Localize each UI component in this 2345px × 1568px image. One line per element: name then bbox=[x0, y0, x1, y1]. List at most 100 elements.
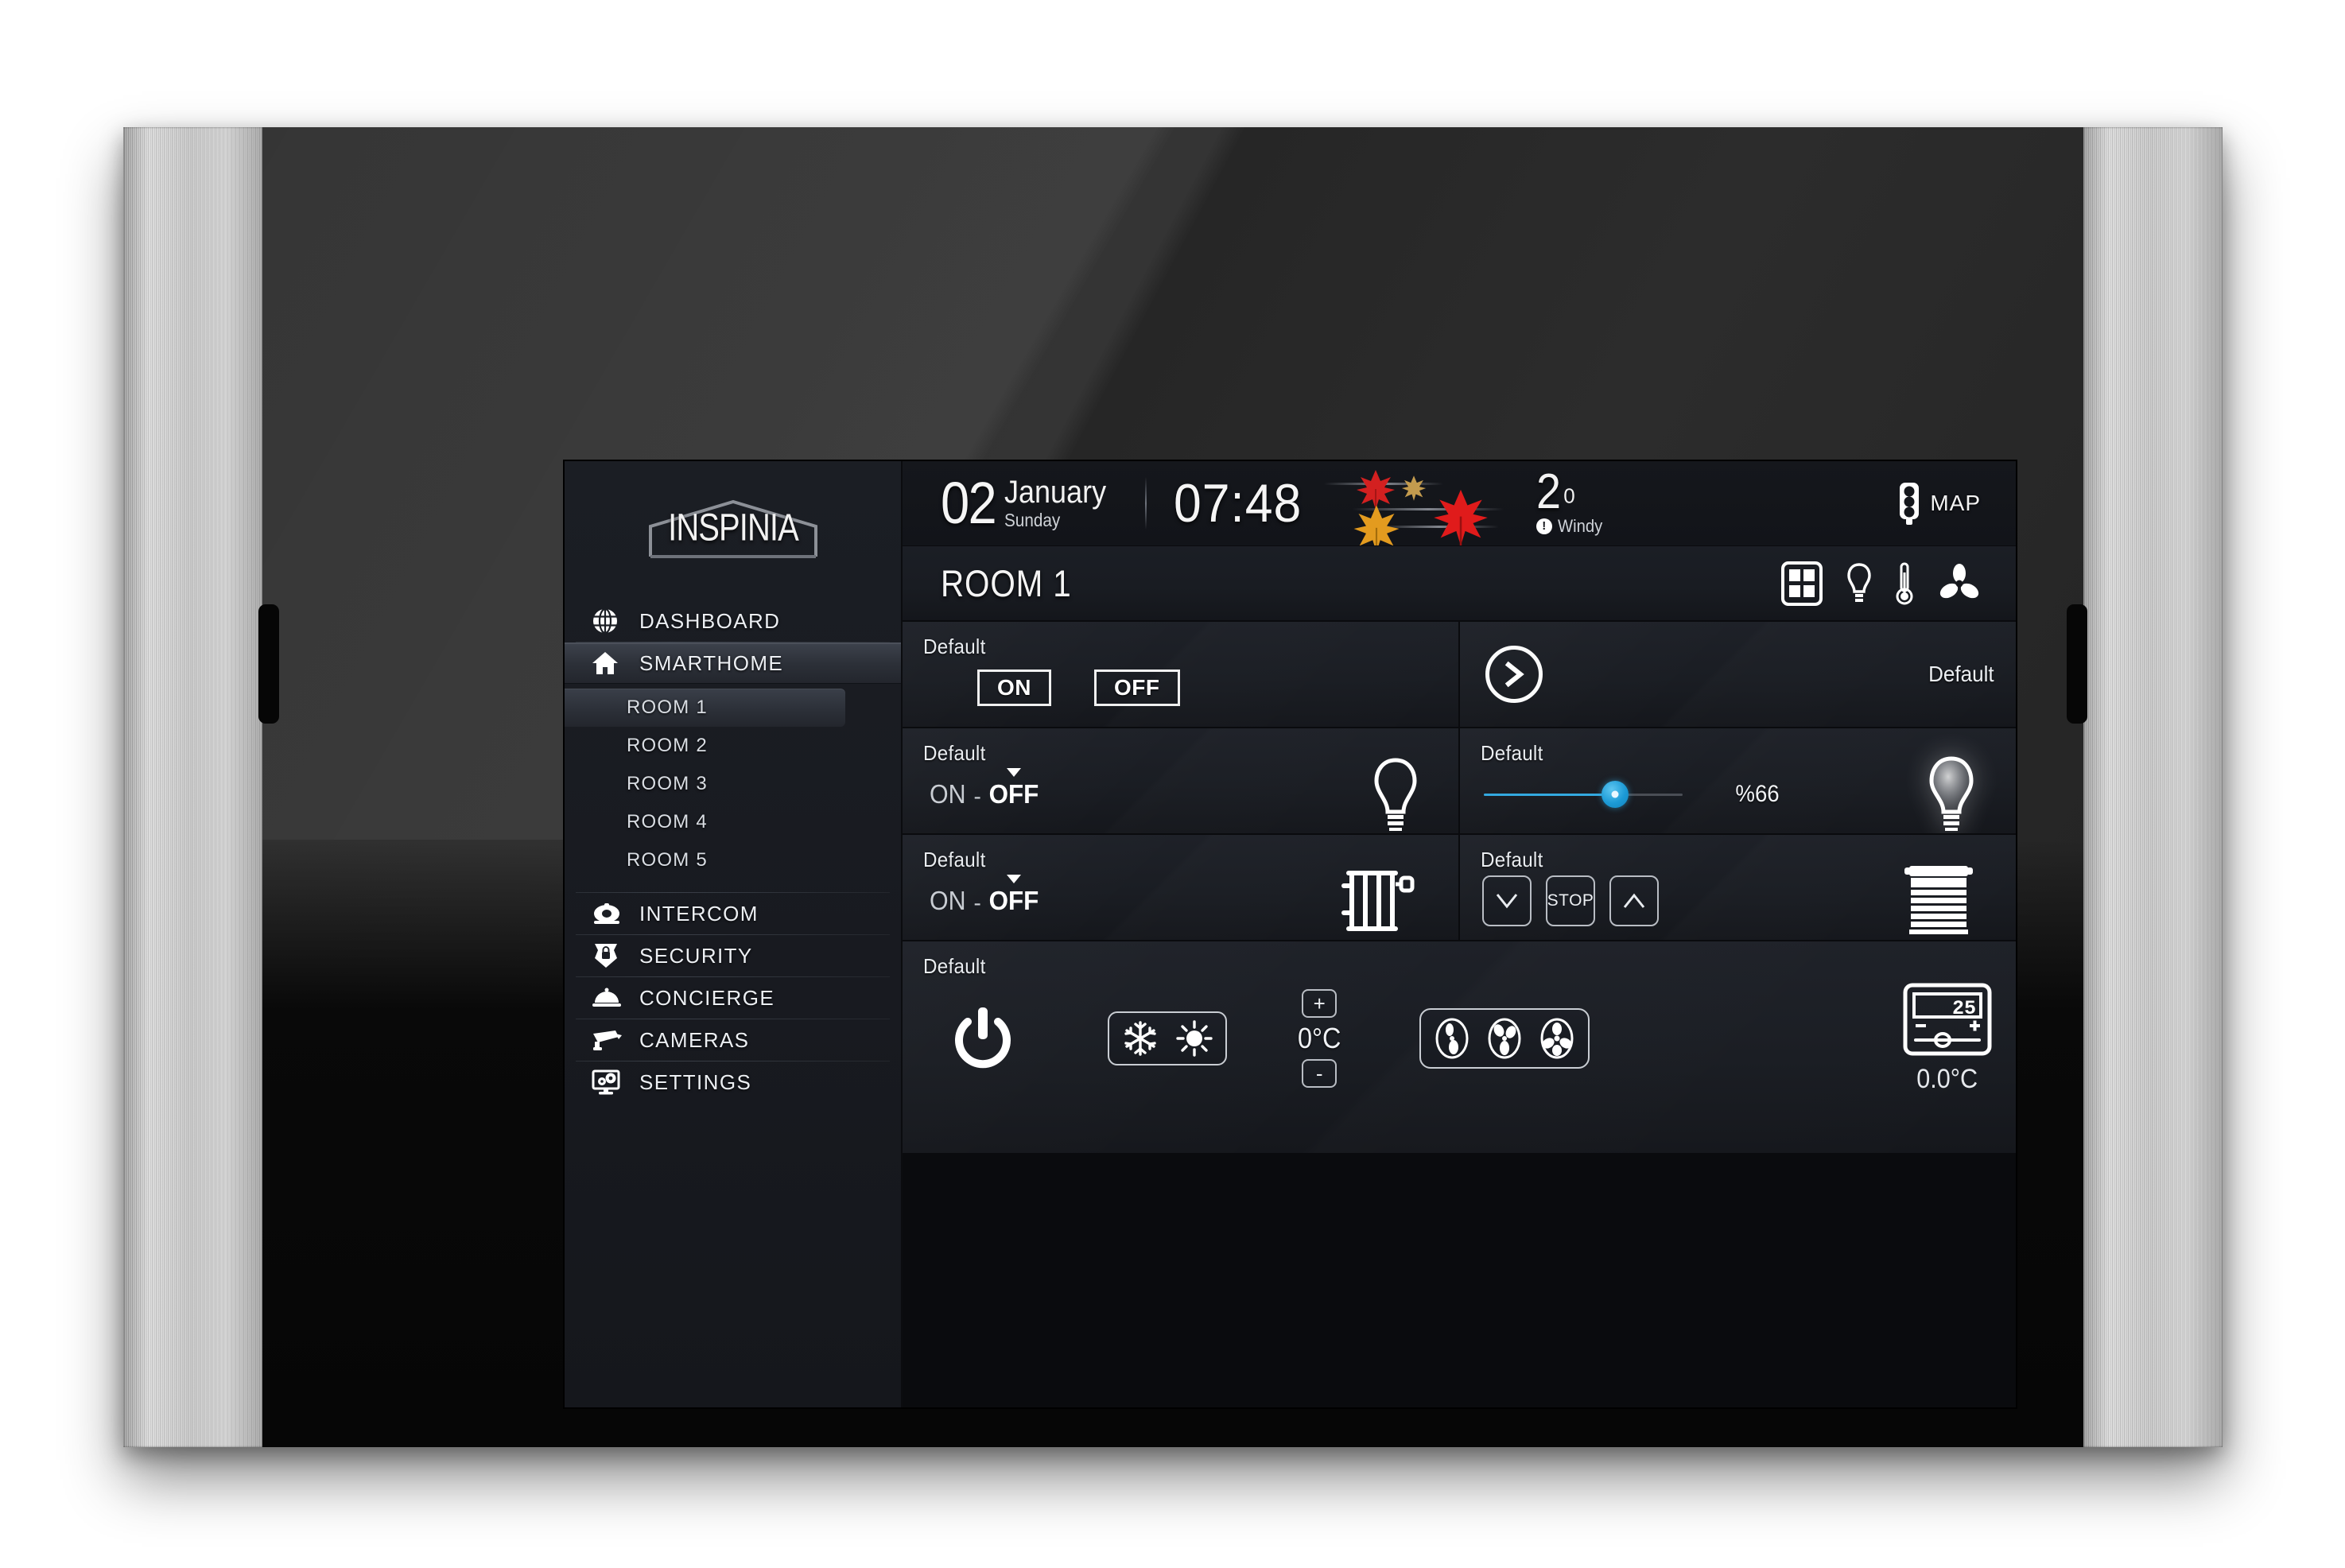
hvac-temperature-stepper: + 0°C - bbox=[1295, 989, 1343, 1088]
hvac-fan-speed-group bbox=[1419, 1008, 1590, 1069]
brand-name: INSPINIA bbox=[667, 506, 799, 549]
caret-down-icon bbox=[1006, 768, 1021, 777]
sidebar-item-label: SETTINGS bbox=[639, 1069, 752, 1094]
dimmer-slider-fill bbox=[1484, 793, 1615, 796]
sidebar-item-room-4[interactable]: ROOM 4 bbox=[565, 803, 901, 841]
thermostat-reading: 0.0°C bbox=[1916, 1063, 1978, 1094]
dimmer-slider[interactable] bbox=[1484, 781, 1683, 808]
weather-condition: Windy bbox=[1557, 515, 1603, 536]
state-on-label[interactable]: ON bbox=[930, 779, 966, 809]
switch-off-button[interactable]: OFF bbox=[1094, 669, 1180, 707]
side-button-right[interactable] bbox=[2067, 604, 2087, 724]
scene-play-button[interactable] bbox=[1485, 646, 1543, 703]
thermostat-panel-icon: 25 bbox=[1903, 983, 1992, 1055]
room-list: ROOM 1 ROOM 2 ROOM 3 ROOM 4 ROOM 5 bbox=[565, 684, 901, 879]
sidebar-item-room-2[interactable]: ROOM 2 bbox=[565, 727, 901, 765]
cctv-camera-icon bbox=[592, 1027, 628, 1054]
map-button[interactable]: MAP bbox=[1893, 481, 1981, 526]
state-separator: - bbox=[973, 784, 981, 809]
globe-grid-icon bbox=[592, 607, 628, 635]
sidebar-item-intercom[interactable]: INTERCOM bbox=[565, 893, 901, 934]
home-icon bbox=[592, 650, 628, 677]
day-number: 02 bbox=[941, 469, 997, 536]
state-separator: - bbox=[973, 891, 981, 915]
clock: 07:48 bbox=[1173, 473, 1302, 534]
temperature-value: 2 bbox=[1536, 464, 1561, 520]
room-icon-tabs bbox=[1780, 561, 1981, 607]
sidebar-item-room-1[interactable]: ROOM 1 bbox=[565, 689, 845, 727]
device-frame: INSPINIA DASHBOARD SMARTHOME ROOM 1 ROOM… bbox=[123, 127, 2223, 1447]
sun-icon[interactable] bbox=[1176, 1020, 1213, 1057]
state-on-label[interactable]: ON bbox=[930, 886, 966, 916]
card-label: Default bbox=[923, 741, 986, 765]
card-label: Default bbox=[923, 848, 986, 871]
thermometer-icon[interactable] bbox=[1895, 561, 1914, 606]
temp-increase-button[interactable]: + bbox=[1302, 989, 1338, 1018]
state-off-label[interactable]: OFF bbox=[988, 779, 1039, 809]
fan-mid-icon[interactable] bbox=[1485, 1016, 1524, 1061]
shield-lock-icon bbox=[592, 942, 628, 969]
room-header: ROOM 1 bbox=[903, 546, 2016, 622]
brushed-metal-panel-right bbox=[2083, 127, 2223, 1447]
card-label: Default bbox=[923, 635, 986, 658]
sidebar-item-dashboard[interactable]: DASHBOARD bbox=[565, 600, 901, 642]
month-label: January bbox=[1004, 474, 1107, 510]
scene-label: Default bbox=[1928, 662, 1994, 686]
datetime-block: 02 January Sunday 07:48 bbox=[903, 472, 1313, 534]
shutter-stop-button[interactable]: STOP bbox=[1546, 875, 1595, 926]
room-label: ROOM 2 bbox=[627, 735, 708, 756]
hvac-power-button[interactable] bbox=[952, 1006, 1014, 1071]
sidebar-item-label: CAMERAS bbox=[639, 1027, 750, 1052]
card-hvac: Default + 0°C - 25 0.0°C bbox=[903, 941, 2016, 1153]
map-label: MAP bbox=[1930, 491, 1981, 515]
sidebar-item-cameras[interactable]: CAMERAS bbox=[565, 1019, 901, 1061]
light-state-selector[interactable]: ON - OFF bbox=[928, 768, 1040, 809]
service-bell-icon bbox=[592, 984, 628, 1011]
window-icon[interactable] bbox=[1780, 561, 1823, 607]
sidebar-item-room-5[interactable]: ROOM 5 bbox=[565, 841, 901, 879]
hvac-thermostat[interactable]: 25 0.0°C bbox=[1903, 983, 1992, 1095]
temp-current-value: 0°C bbox=[1298, 1022, 1341, 1054]
weekday-label: Sunday bbox=[1004, 509, 1061, 530]
window-blind-icon bbox=[1901, 864, 1976, 937]
sidebar: INSPINIA DASHBOARD SMARTHOME ROOM 1 ROOM… bbox=[565, 461, 903, 1407]
sidebar-item-label: CONCIERGE bbox=[639, 985, 775, 1010]
switch-on-button[interactable]: ON bbox=[977, 669, 1051, 707]
dimmer-slider-handle[interactable] bbox=[1602, 781, 1629, 808]
page-title: ROOM 1 bbox=[941, 562, 1072, 604]
lightbulb-icon[interactable] bbox=[1847, 562, 1871, 605]
hvac-mode-group bbox=[1108, 1011, 1227, 1065]
sidebar-item-label: INTERCOM bbox=[639, 901, 759, 926]
fan-high-icon[interactable] bbox=[1537, 1016, 1577, 1061]
sidebar-item-smarthome[interactable]: SMARTHOME bbox=[565, 642, 901, 684]
sidebar-item-label: SECURITY bbox=[639, 943, 753, 968]
snowflake-icon[interactable] bbox=[1122, 1020, 1159, 1057]
state-off-label[interactable]: OFF bbox=[988, 886, 1039, 916]
side-button-left[interactable] bbox=[258, 604, 279, 724]
radiator-icon bbox=[1339, 867, 1419, 935]
card-label: Default bbox=[1481, 741, 1543, 765]
sidebar-item-settings[interactable]: SETTINGS bbox=[565, 1062, 901, 1103]
temp-decrease-button[interactable]: - bbox=[1302, 1059, 1338, 1088]
radiator-state-selector[interactable]: ON - OFF bbox=[928, 875, 1040, 916]
card-switch: Default ON OFF bbox=[903, 622, 1458, 727]
lightbulb-outline-icon bbox=[1372, 756, 1419, 833]
sidebar-item-security[interactable]: SECURITY bbox=[565, 935, 901, 976]
main-panel: 02 January Sunday 07:48 2 0 ! Windy MAP … bbox=[903, 461, 2016, 1407]
room-label: ROOM 4 bbox=[627, 811, 708, 833]
fan-blades-icon[interactable] bbox=[1938, 562, 1981, 605]
shutter-up-button[interactable] bbox=[1609, 875, 1659, 926]
fan-low-icon[interactable] bbox=[1432, 1016, 1472, 1061]
card-label: Default bbox=[923, 954, 986, 978]
weather-widget[interactable]: 20 ! Windy bbox=[1323, 461, 1606, 545]
sidebar-item-room-3[interactable]: ROOM 3 bbox=[565, 765, 901, 803]
shutter-down-button[interactable] bbox=[1482, 875, 1532, 926]
degree-symbol: 0 bbox=[1563, 483, 1575, 508]
dimmer-value: %66 bbox=[1735, 781, 1780, 807]
chevron-down-icon bbox=[1496, 894, 1518, 909]
sidebar-item-concierge[interactable]: CONCIERGE bbox=[565, 977, 901, 1019]
traffic-light-icon bbox=[1900, 483, 1920, 525]
caret-down-icon bbox=[1006, 875, 1021, 883]
telephone-icon bbox=[592, 900, 628, 927]
card-light-toggle: Default ON - OFF bbox=[903, 728, 1458, 833]
